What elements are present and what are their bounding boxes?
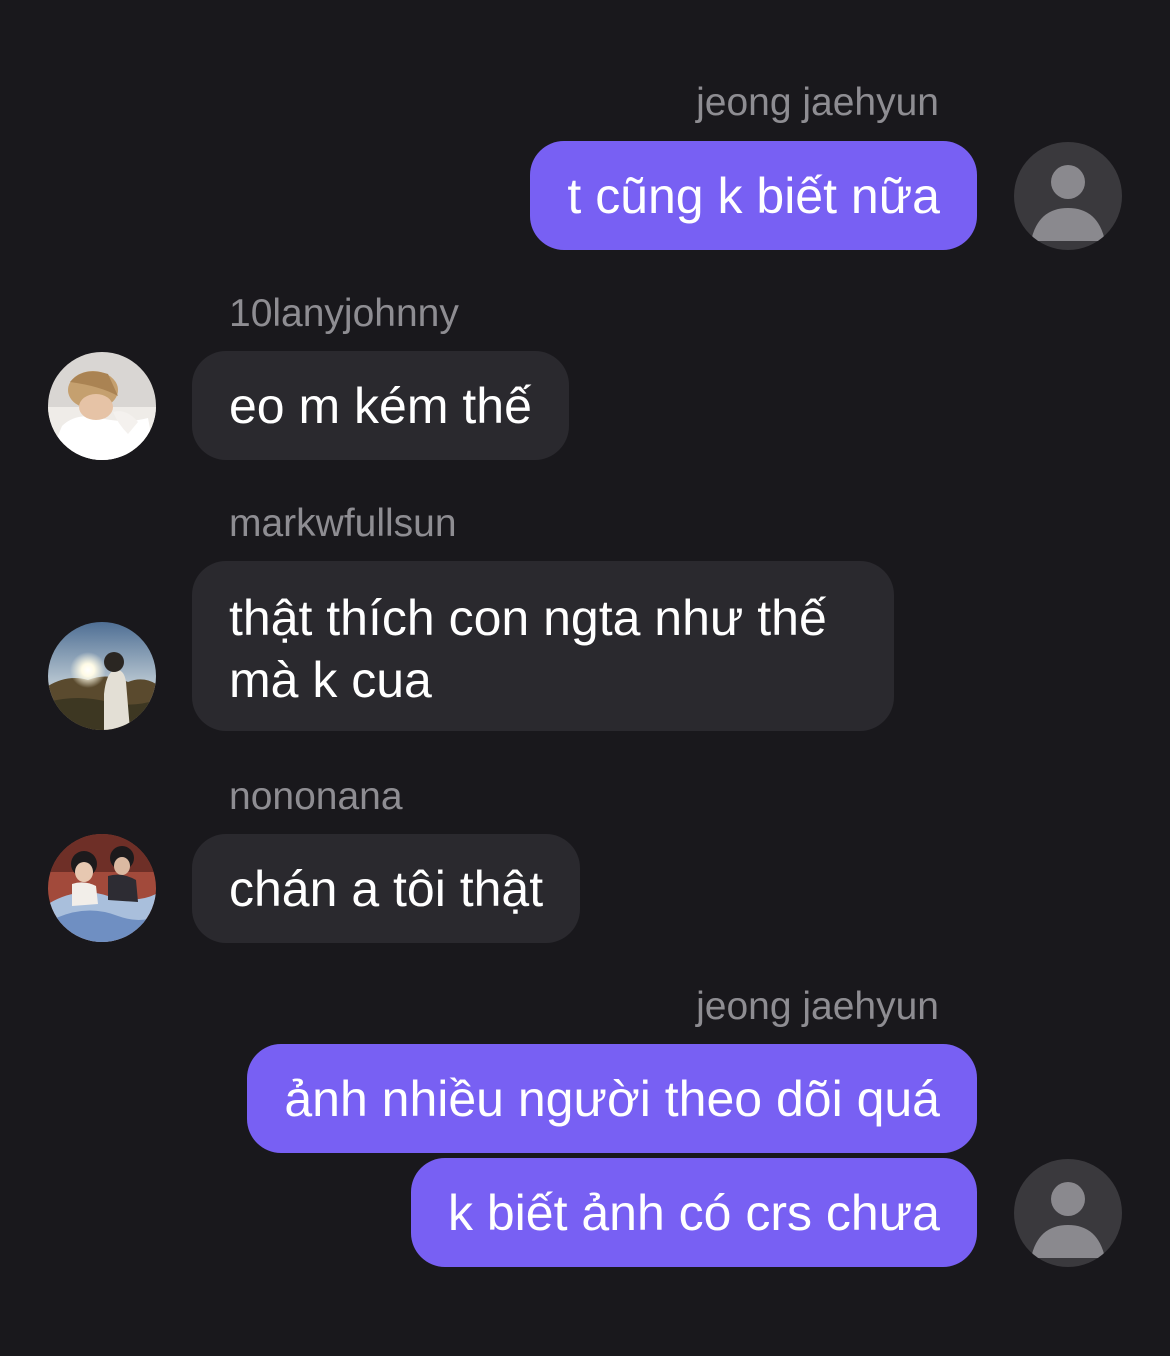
user-avatar[interactable] bbox=[48, 834, 156, 942]
message-bubble[interactable]: thật thích con ngta như thế mà k cua bbox=[192, 561, 894, 731]
default-avatar-icon[interactable] bbox=[1014, 1159, 1122, 1267]
message-bubble[interactable]: k biết ảnh có crs chưa bbox=[410, 1158, 977, 1267]
user-avatar[interactable] bbox=[48, 622, 156, 730]
sender-name: markwfullsun bbox=[229, 502, 457, 545]
sender-name: jeong jaehyun bbox=[696, 81, 939, 124]
user-avatar[interactable] bbox=[48, 352, 156, 460]
message-bubble[interactable]: ảnh nhiều người theo dõi quá bbox=[247, 1044, 977, 1153]
sender-name: 10lanyjohnny bbox=[229, 292, 459, 335]
message-bubble[interactable]: eo m kém thế bbox=[192, 351, 569, 460]
message-bubble[interactable]: t cũng k biết nữa bbox=[530, 141, 977, 250]
sender-name: jeong jaehyun bbox=[696, 985, 939, 1028]
message-bubble[interactable]: chán a tôi thật bbox=[192, 834, 581, 943]
sender-name: nononana bbox=[229, 775, 403, 818]
default-avatar-icon[interactable] bbox=[1014, 142, 1122, 250]
